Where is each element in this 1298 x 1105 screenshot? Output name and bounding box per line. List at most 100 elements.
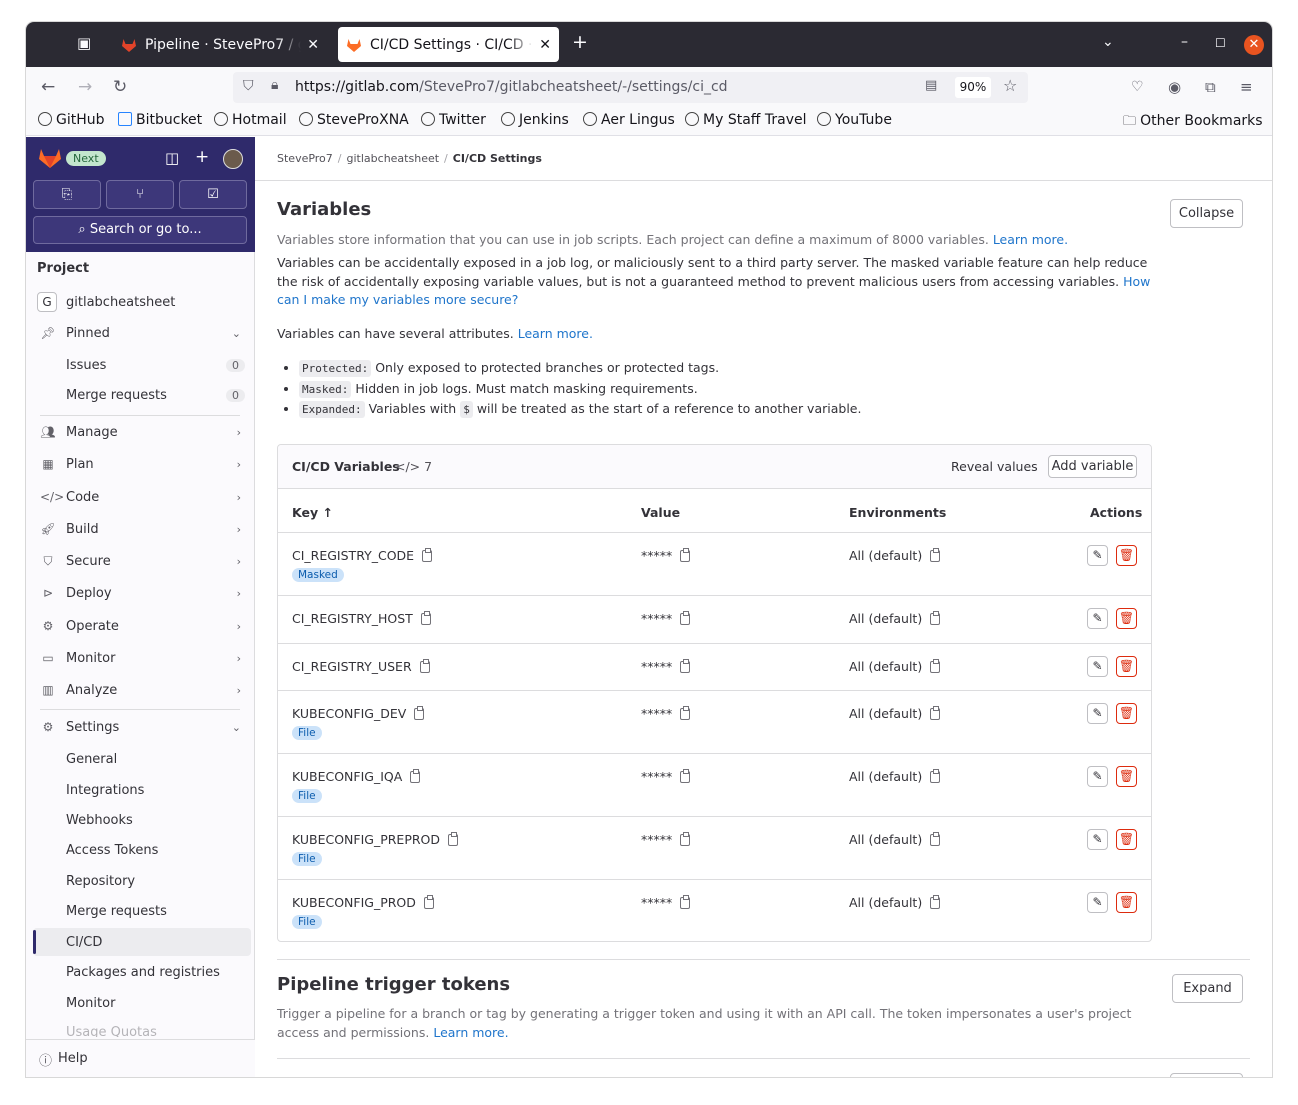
extensions-icon[interactable]: ⧉ <box>1205 78 1216 96</box>
sidebar-item-analyze[interactable]: ▥ Analyze › <box>26 676 255 704</box>
sidebar-item-usage-quotas[interactable]: Usage Quotas <box>26 1019 255 1037</box>
gitlab-logo-icon[interactable] <box>38 147 62 169</box>
issues-shortcut-button[interactable]: ⎘ <box>33 180 101 209</box>
sidebar-item-project[interactable]: G gitlabcheatsheet <box>26 288 255 316</box>
bookmark-hotmail[interactable]: Hotmail <box>214 112 287 128</box>
bookmark-star-icon[interactable]: ☆ <box>1003 76 1017 95</box>
copy-icon[interactable] <box>930 832 941 846</box>
sidebar-item-secure[interactable]: ⛉ Secure › <box>26 547 255 575</box>
pocket-icon[interactable]: ♡ <box>1131 79 1144 95</box>
copy-icon[interactable] <box>419 659 430 673</box>
copy-icon[interactable] <box>410 769 421 783</box>
sidebar-item-monitor-settings[interactable]: Monitor <box>26 989 255 1017</box>
url-bar[interactable]: ⛉ 🔒︎ https://gitlab.com/StevePro7/gitlab… <box>233 72 1028 103</box>
sidebar-item-deploy[interactable]: ⊳ Deploy › <box>26 579 255 607</box>
copy-icon[interactable] <box>420 611 431 625</box>
edit-icon[interactable]: ✎ <box>1087 545 1108 566</box>
sidebar-item-plan[interactable]: ▦ Plan › <box>26 450 255 478</box>
sidebar-item-pinned[interactable]: 📌︎ Pinned ⌄ <box>26 319 255 347</box>
column-key[interactable]: Key ↑ <box>292 505 333 520</box>
sidebar-item-code[interactable]: </> Code › <box>26 483 255 511</box>
shield-icon[interactable]: ⛉ <box>243 78 254 94</box>
lock-icon[interactable]: 🔒︎ <box>271 77 278 93</box>
other-bookmarks[interactable]: 🗀︎ Other Bookmarks <box>1123 112 1263 134</box>
collapse-sidebar-icon[interactable]: ◫ <box>165 149 179 167</box>
delete-icon[interactable]: 🗑︎ <box>1116 829 1137 850</box>
todos-shortcut-button[interactable]: ☑ <box>179 180 247 209</box>
copy-icon[interactable] <box>930 706 941 720</box>
sidebar-item-settings[interactable]: ⚙ Settings ⌄ <box>26 713 255 741</box>
edit-icon[interactable]: ✎ <box>1087 608 1108 629</box>
copy-icon[interactable] <box>930 769 941 783</box>
learn-more-link[interactable]: Learn more. <box>993 232 1068 247</box>
copy-icon[interactable] <box>680 548 691 562</box>
delete-icon[interactable]: 🗑︎ <box>1116 703 1137 724</box>
window-close-icon[interactable]: ✕ <box>1244 35 1264 55</box>
sidebar-item-cicd[interactable]: CI/CD <box>33 928 251 956</box>
tab-close-icon[interactable]: ✕ <box>307 37 319 53</box>
attributes-learn-more-link[interactable]: Learn more. <box>518 326 593 341</box>
breadcrumb-project[interactable]: gitlabcheatsheet <box>347 152 440 165</box>
bookmark-youtube[interactable]: YouTube <box>817 112 892 128</box>
breadcrumb-user[interactable]: StevePro7 <box>277 152 333 165</box>
sidebar-item-merge-requests-settings[interactable]: Merge requests <box>26 897 255 925</box>
bookmark-steveproxna[interactable]: SteveProXNA <box>299 112 409 128</box>
bookmark-github[interactable]: GitHub <box>38 112 105 128</box>
bookmark-jenkins[interactable]: Jenkins <box>501 112 569 128</box>
avatar[interactable] <box>223 149 243 169</box>
maximize-icon[interactable]: ☐ <box>1215 36 1226 50</box>
account-icon[interactable]: ◉ <box>1168 78 1181 96</box>
search-button[interactable]: ⌕ Search or go to... <box>33 216 247 244</box>
copy-icon[interactable] <box>930 611 941 625</box>
copy-icon[interactable] <box>423 895 434 909</box>
copy-icon[interactable] <box>930 659 941 673</box>
forward-icon[interactable]: → <box>78 77 92 97</box>
collapse-button[interactable]: Collapse <box>1170 199 1243 228</box>
delete-icon[interactable]: 🗑︎ <box>1116 656 1137 677</box>
triggers-learn-more-link[interactable]: Learn more. <box>433 1025 508 1040</box>
reveal-values-toggle[interactable]: Reveal values <box>951 459 1038 474</box>
bookmark-my-staff-travel[interactable]: My Staff Travel <box>685 112 806 128</box>
tab-cicd-settings[interactable]: CI/CD Settings · CI/CD · Settings ✕ <box>338 27 559 62</box>
delete-icon[interactable]: 🗑︎ <box>1116 892 1137 913</box>
back-icon[interactable]: ← <box>41 77 55 97</box>
sidebar-item-monitor[interactable]: ▭ Monitor › <box>26 644 255 672</box>
edit-icon[interactable]: ✎ <box>1087 829 1108 850</box>
menu-icon[interactable]: ≡ <box>1240 78 1253 96</box>
bookmark-bitbucket[interactable]: Bitbucket <box>118 112 202 128</box>
copy-icon[interactable] <box>930 895 941 909</box>
zoom-level[interactable]: 90% <box>955 77 991 98</box>
copy-icon[interactable] <box>680 611 691 625</box>
edit-icon[interactable]: ✎ <box>1087 703 1108 724</box>
breadcrumb-current[interactable]: CI/CD Settings <box>453 152 542 165</box>
add-variable-button[interactable]: Add variable <box>1048 455 1137 478</box>
edit-icon[interactable]: ✎ <box>1087 766 1108 787</box>
sidebar-item-access-tokens[interactable]: Access Tokens <box>26 836 255 864</box>
reload-icon[interactable]: ↻ <box>113 77 127 97</box>
expand-button[interactable]: Expand <box>1172 974 1243 1003</box>
copy-icon[interactable] <box>680 769 691 783</box>
sidebar-item-issues[interactable]: Issues 0 <box>26 351 255 379</box>
sidebar-item-merge-requests[interactable]: Merge requests 0 <box>26 381 255 409</box>
copy-icon[interactable] <box>680 895 691 909</box>
reader-view-icon[interactable]: ▤ <box>925 78 937 93</box>
tab-pipeline[interactable]: Pipeline · StevePro7 / gitlabcheatsheet … <box>113 27 327 62</box>
sidebar-item-packages-registries[interactable]: Packages and registries <box>26 958 255 986</box>
sidebar-item-repository[interactable]: Repository <box>26 867 255 895</box>
bookmark-twitter[interactable]: Twitter <box>421 112 486 128</box>
help-button[interactable]: ⓘ Help <box>26 1039 255 1077</box>
copy-icon[interactable] <box>680 832 691 846</box>
bookmark-aer-lingus[interactable]: Aer Lingus <box>583 112 675 128</box>
tab-overview-icon[interactable]: ▣ <box>77 34 91 52</box>
delete-icon[interactable]: 🗑︎ <box>1116 608 1137 629</box>
copy-icon[interactable] <box>680 659 691 673</box>
copy-icon[interactable] <box>680 706 691 720</box>
delete-icon[interactable]: 🗑︎ <box>1116 545 1137 566</box>
sidebar-item-webhooks[interactable]: Webhooks <box>26 806 255 834</box>
sidebar-item-integrations[interactable]: Integrations <box>26 776 255 804</box>
tab-close-icon[interactable]: ✕ <box>539 37 551 53</box>
sidebar-item-build[interactable]: 🚀︎ Build › <box>26 515 255 543</box>
next-section-button[interactable] <box>1170 1073 1243 1077</box>
minimize-icon[interactable]: – <box>1181 34 1188 50</box>
copy-icon[interactable] <box>448 832 459 846</box>
